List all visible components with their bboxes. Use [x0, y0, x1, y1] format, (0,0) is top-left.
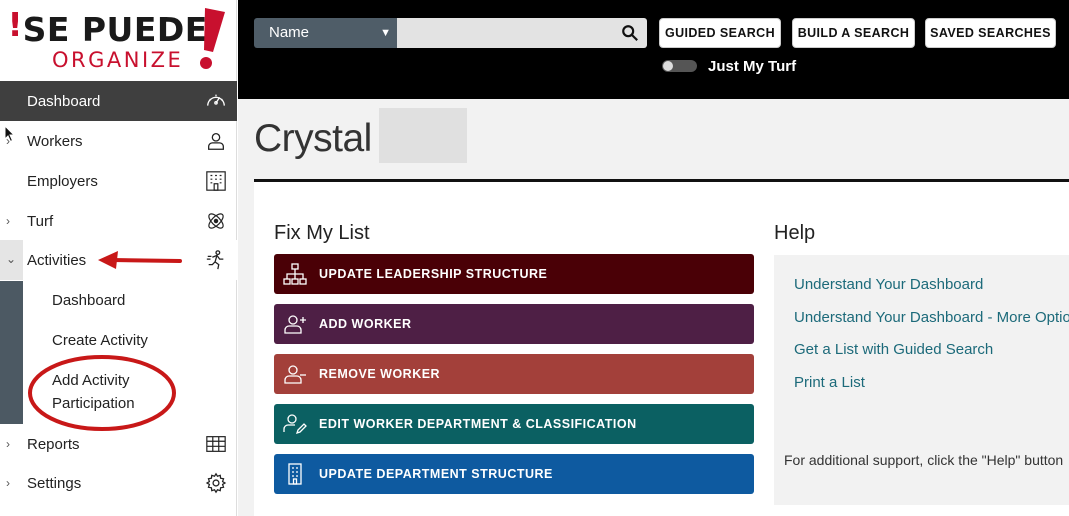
org-chart-icon — [283, 263, 307, 285]
sidebar-item-dashboard[interactable]: Dashboard — [0, 81, 237, 121]
person-icon — [208, 133, 224, 150]
search-field-value: Name — [269, 24, 310, 41]
sidebar-item-settings[interactable]: › Settings — [0, 463, 237, 503]
add-user-icon — [284, 315, 306, 334]
atom-icon — [208, 213, 224, 229]
sidebar-item-workers[interactable]: › Workers — [0, 121, 237, 161]
remove-user-icon — [284, 365, 306, 384]
edit-user-icon — [283, 414, 307, 435]
search-input[interactable] — [397, 18, 647, 48]
chevron-down-icon: ⌄ — [6, 252, 17, 266]
page-title: Crystal — [254, 117, 372, 160]
chevron-down-icon: ▼ — [380, 27, 391, 39]
help-heading: Help — [774, 222, 816, 244]
redacted-name-block — [379, 108, 467, 163]
submenu-indicator-bar — [0, 281, 23, 424]
fix-my-list-heading: Fix My List — [274, 222, 370, 244]
inverted-exclamation: ¡ — [7, 10, 23, 49]
sidebar-subitem-add-activity-participation[interactable]: Add Activity Participation — [52, 369, 162, 415]
sidebar-item-label: Dashboard — [27, 92, 101, 110]
help-link-guided-search[interactable]: Get a List with Guided Search — [794, 341, 993, 358]
search-icon[interactable] — [621, 24, 639, 42]
button-label: ADD WORKER — [319, 317, 412, 331]
guided-search-button[interactable]: GUIDED SEARCH — [659, 18, 781, 48]
sidebar-item-label: Workers — [27, 132, 83, 150]
logo-text-bottom: ORGANIZE — [52, 48, 184, 72]
button-label: UPDATE LEADERSHIP STRUCTURE — [319, 267, 548, 281]
button-label: EDIT WORKER DEPARTMENT & CLASSIFICATION — [319, 417, 637, 431]
chevron-right-icon: › — [6, 437, 10, 451]
sidebar-item-label: Employers — [27, 172, 98, 190]
sidebar-subitem-create-activity[interactable]: Create Activity — [52, 329, 148, 352]
activity-icon — [206, 250, 224, 270]
sidebar-item-reports[interactable]: › Reports — [0, 424, 237, 464]
sidebar: ¡SE PUEDE ORGANIZE Dashboard › Workers E… — [0, 0, 237, 516]
help-footer-text: For additional support, click the "Help"… — [784, 452, 1064, 468]
dashboard-panel: Fix My List UPDATE LEADERSHIP STRUCTURE … — [254, 182, 1069, 516]
sidebar-item-employers[interactable]: Employers — [0, 161, 237, 201]
sidebar-item-turf[interactable]: › Turf — [0, 201, 237, 241]
logo-text-top: SE PUEDE — [22, 10, 208, 49]
just-my-turf-toggle[interactable] — [662, 60, 697, 72]
top-bar: Name ▼ GUIDED SEARCH BUILD A SEARCH SAVE… — [238, 0, 1069, 99]
add-worker-button[interactable]: ADD WORKER — [274, 304, 754, 344]
sidebar-item-activities[interactable]: ⌄ Activities — [0, 240, 237, 280]
just-my-turf-label: Just My Turf — [708, 58, 797, 75]
building-icon — [288, 463, 302, 485]
saved-searches-button[interactable]: SAVED SEARCHES — [925, 18, 1056, 48]
sidebar-item-label: Settings — [27, 474, 82, 492]
remove-worker-button[interactable]: REMOVE WORKER — [274, 354, 754, 394]
chevron-right-icon: › — [6, 214, 10, 228]
speedometer-icon — [207, 94, 225, 106]
sidebar-item-label: Activities — [27, 251, 87, 269]
button-label: UPDATE DEPARTMENT STRUCTURE — [319, 467, 553, 481]
update-leadership-structure-button[interactable]: UPDATE LEADERSHIP STRUCTURE — [274, 254, 754, 294]
sidebar-item-label: Turf — [27, 212, 54, 230]
sidebar-item-label: Reports — [27, 435, 80, 453]
help-link-understand-dashboard[interactable]: Understand Your Dashboard — [794, 276, 983, 293]
help-panel: Understand Your Dashboard Understand You… — [774, 255, 1069, 505]
build-a-search-button[interactable]: BUILD A SEARCH — [792, 18, 915, 48]
update-department-structure-button[interactable]: UPDATE DEPARTMENT STRUCTURE — [274, 454, 754, 494]
edit-worker-department-classification-button[interactable]: EDIT WORKER DEPARTMENT & CLASSIFICATION — [274, 404, 754, 444]
building-icon — [206, 171, 226, 191]
main-content: Crystal Fix My List UPDATE LEADERSHIP ST… — [238, 99, 1069, 516]
table-icon — [206, 436, 226, 452]
help-link-dashboard-more-options[interactable]: Understand Your Dashboard - More Options — [794, 309, 1069, 326]
help-link-print-list[interactable]: Print a List — [794, 374, 865, 391]
button-label: REMOVE WORKER — [319, 367, 441, 381]
gear-icon — [205, 472, 227, 494]
search-field-select[interactable]: Name ▼ — [254, 18, 397, 48]
exclamation-mark-icon — [200, 8, 225, 69]
sidebar-subitem-dashboard[interactable]: Dashboard — [52, 289, 125, 312]
chevron-right-icon: › — [6, 476, 10, 490]
chevron-right-icon: › — [6, 134, 10, 148]
se-puede-logo[interactable]: ¡SE PUEDE ORGANIZE — [0, 0, 237, 81]
